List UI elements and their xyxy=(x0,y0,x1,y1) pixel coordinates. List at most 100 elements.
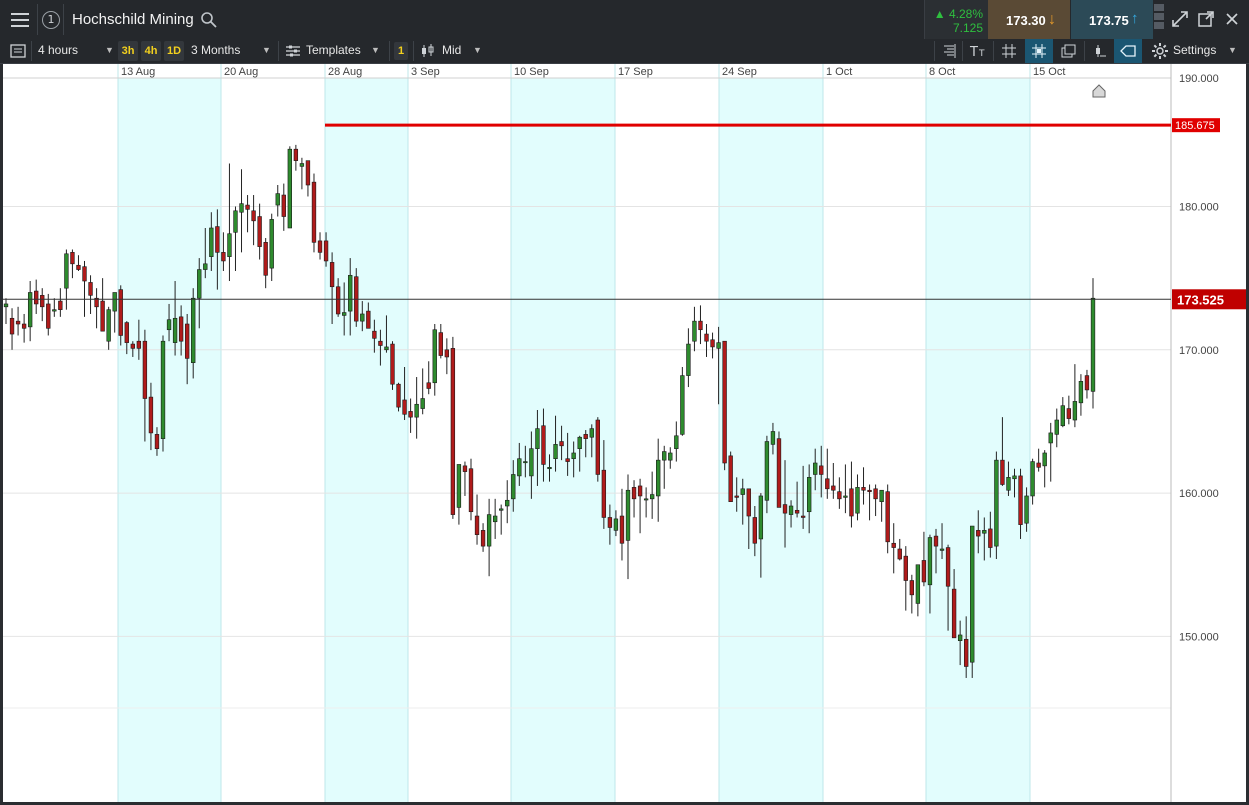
candle-up xyxy=(1048,432,1053,444)
candle-up xyxy=(432,329,437,384)
candle-down xyxy=(46,303,51,329)
candle-down xyxy=(396,383,401,408)
candle-down xyxy=(595,419,600,475)
templates-dropdown[interactable]: Templates ▼ xyxy=(306,39,388,63)
candle-down xyxy=(34,290,39,305)
candle-up xyxy=(197,269,202,299)
crosshair-grid-icon[interactable] xyxy=(1025,39,1053,63)
candle-up xyxy=(505,499,510,507)
info-circle-icon[interactable]: 1 xyxy=(42,11,60,29)
panel-toggle[interactable] xyxy=(1154,2,1164,37)
indicator-icon[interactable] xyxy=(1090,41,1110,61)
candle-down xyxy=(58,300,63,310)
candle-down xyxy=(335,286,341,315)
candle-down xyxy=(1066,408,1072,419)
candle-down xyxy=(873,488,878,500)
candle-down xyxy=(921,560,927,583)
candle-down xyxy=(124,322,129,343)
y-tick-label: 170.000 xyxy=(1179,345,1219,357)
x-tick-label: 8 Oct xyxy=(929,66,955,78)
candle-down xyxy=(559,441,564,447)
buy-price: 173.75 xyxy=(1089,13,1129,28)
candle-up xyxy=(758,495,764,540)
price-tag-icon[interactable] xyxy=(1114,39,1142,63)
close-icon[interactable] xyxy=(1221,8,1243,30)
interval-dropdown[interactable]: 4 hours ▼ xyxy=(38,39,114,63)
candle-up xyxy=(275,193,280,206)
candle-up xyxy=(27,292,33,328)
candle-up xyxy=(1078,381,1084,404)
candle-down xyxy=(444,349,450,358)
shade-band xyxy=(118,78,221,802)
candle-down xyxy=(245,204,250,210)
candle-up xyxy=(994,459,999,547)
popout-icon[interactable] xyxy=(1195,8,1217,30)
settings-label: Settings xyxy=(1173,43,1217,57)
expand-icon[interactable] xyxy=(1169,8,1191,30)
divider xyxy=(934,41,935,61)
buy-button[interactable]: 173.75 ↑ xyxy=(1071,0,1153,39)
instrument-title[interactable]: Hochschild Mining xyxy=(72,11,194,28)
candle-down xyxy=(728,455,733,502)
candle-down xyxy=(909,580,915,596)
candle-down xyxy=(317,240,323,253)
candle-up xyxy=(764,441,770,501)
candle-down xyxy=(70,252,75,265)
candle-down xyxy=(480,530,486,547)
candle-up xyxy=(1054,419,1059,435)
sell-button[interactable]: 173.30 ↓ xyxy=(988,0,1070,39)
chart-canvas[interactable]: 13 Aug 20 Aug 28 Aug 3 Sep 10 Sep 17 Sep 24 Se… xyxy=(3,64,1246,802)
daily-change: ▲ 4.28% 7.125 xyxy=(924,0,989,39)
candle-up xyxy=(1024,495,1029,524)
candle-down xyxy=(390,343,395,385)
candle-up xyxy=(813,462,818,475)
candle-down xyxy=(825,478,830,490)
window-header: 1 Hochschild Mining ▲ 4.28% 7.125 173.30… xyxy=(0,0,1249,40)
range-dropdown[interactable]: 3 Months ▼ xyxy=(191,39,273,63)
interval-1d-button[interactable]: 1D xyxy=(164,41,184,61)
text-size-icon[interactable]: TT xyxy=(968,41,988,61)
settings-dropdown[interactable]: Settings ▼ xyxy=(1173,39,1241,63)
interval-3h-button[interactable]: 3h xyxy=(118,41,138,61)
divider xyxy=(962,41,963,61)
candle-down xyxy=(891,542,896,548)
interval-4h-button[interactable]: 4h xyxy=(141,41,161,61)
candle-down xyxy=(951,588,957,639)
candle-up xyxy=(770,431,776,445)
candlestick-chart[interactable]: 13 Aug 20 Aug 28 Aug 3 Sep 10 Sep 17 Sep 24 Se… xyxy=(3,64,1246,802)
candle-down xyxy=(263,242,268,276)
svg-text:T: T xyxy=(969,45,978,60)
candle-down xyxy=(619,515,625,544)
candle-down xyxy=(178,316,184,342)
studies-count-badge[interactable]: 1 xyxy=(394,42,408,60)
candle-down xyxy=(148,396,154,434)
candle-down xyxy=(100,300,105,332)
align-right-icon[interactable] xyxy=(939,41,959,61)
search-icon[interactable] xyxy=(200,11,218,29)
candle-down xyxy=(9,317,15,335)
price-type-label: Mid xyxy=(442,43,462,57)
price-type-dropdown[interactable]: Mid ▼ xyxy=(442,39,486,63)
layers-icon[interactable] xyxy=(1059,41,1079,61)
x-tick-label: 1 Oct xyxy=(826,66,852,78)
candle-down xyxy=(468,468,474,513)
divider xyxy=(31,41,32,61)
gear-icon[interactable] xyxy=(1150,41,1170,61)
candle-down xyxy=(800,515,806,518)
candle-up xyxy=(656,459,661,497)
menu-icon[interactable] xyxy=(4,3,36,37)
candle-up xyxy=(414,403,419,418)
candle-up xyxy=(511,474,516,500)
candle-down xyxy=(541,425,546,465)
candle-up xyxy=(535,428,540,449)
candle-down xyxy=(964,638,969,667)
x-tick-label: 28 Aug xyxy=(328,66,362,78)
candles-icon xyxy=(418,41,438,61)
candle-down xyxy=(698,320,703,331)
candle-up xyxy=(1030,461,1035,497)
candle-up xyxy=(970,525,975,663)
grid-icon[interactable] xyxy=(999,41,1019,61)
candle-down xyxy=(776,438,782,508)
sidebar-list-icon[interactable] xyxy=(8,41,28,61)
chart-toolbar: 4 hours ▼ 3h 4h 1D 3 Months ▼ Templates … xyxy=(0,39,1249,64)
